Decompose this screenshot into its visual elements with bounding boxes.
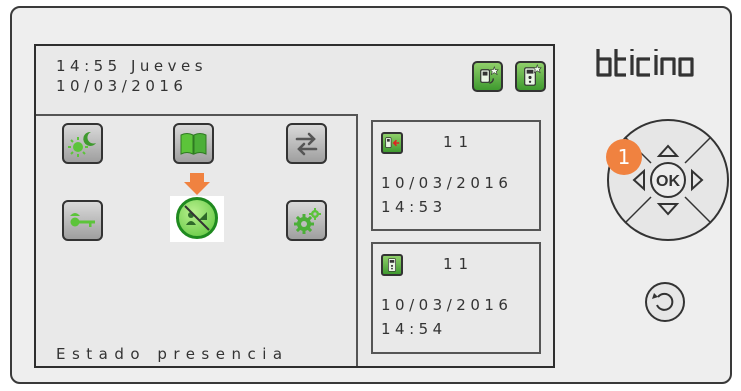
header-time-day: 14:55 Jueves xyxy=(56,57,208,75)
navigation-keypad: OK xyxy=(607,119,729,241)
transfer-arrows-icon[interactable] xyxy=(286,123,327,164)
header-divider xyxy=(36,114,356,116)
ok-button[interactable]: OK xyxy=(650,162,686,198)
entrance-panel-icon[interactable] xyxy=(515,61,546,92)
notification-time: 14:54 xyxy=(381,320,447,338)
door-key-icon[interactable] xyxy=(62,200,103,241)
notification-date: 10/03/2016 xyxy=(381,174,513,192)
selected-function-label: Estado presencia xyxy=(56,345,289,363)
presence-status-tile[interactable] xyxy=(170,196,224,242)
notification-count: 11 xyxy=(443,133,475,151)
presence-status-icon[interactable] xyxy=(176,197,218,239)
address-book-icon[interactable] xyxy=(173,123,214,164)
notification-card[interactable]: 11 10/03/2016 14:53 xyxy=(371,120,541,231)
day-night-icon[interactable] xyxy=(62,123,103,164)
settings-gears-icon[interactable] xyxy=(286,200,327,241)
entrance-panel-icon xyxy=(381,254,403,276)
step-marker: 1 xyxy=(606,139,642,175)
missed-intercom-call-icon xyxy=(381,132,403,154)
intercom-call-icon[interactable] xyxy=(472,61,503,92)
notification-count: 11 xyxy=(443,255,475,273)
panel-divider xyxy=(356,114,358,366)
display-screen: 14:55 Jueves 10/03/2016 Estado presencia… xyxy=(34,44,555,368)
selection-arrow-icon xyxy=(184,182,210,195)
notification-time: 14:53 xyxy=(381,198,447,216)
ok-label: OK xyxy=(656,173,680,190)
notification-card[interactable]: 11 10/03/2016 14:54 xyxy=(371,242,541,354)
back-button[interactable] xyxy=(643,280,687,324)
notification-date: 10/03/2016 xyxy=(381,296,513,314)
bticino-logo xyxy=(596,49,694,77)
header-date: 10/03/2016 xyxy=(56,77,188,95)
